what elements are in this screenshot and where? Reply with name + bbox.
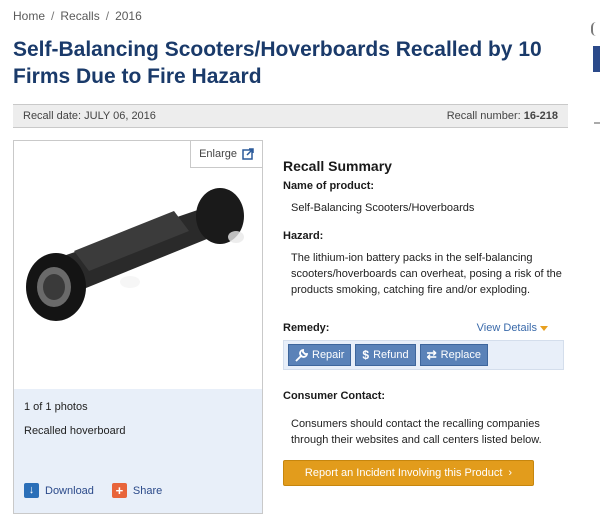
product-photo[interactable]: Enlarge xyxy=(13,140,263,390)
globe-icon[interactable] xyxy=(591,22,600,36)
recall-summary: Recall Summary Name of product: Self-Bal… xyxy=(283,158,566,298)
hoverboard-image xyxy=(26,188,244,321)
contact-label: Consumer Contact: xyxy=(283,390,386,402)
hazard-value: The lithium-ion battery packs in the sel… xyxy=(291,252,562,296)
product-name-label: Name of product: xyxy=(283,180,375,192)
recall-number: Recall number: 16-218 xyxy=(447,110,558,122)
breadcrumb-year[interactable]: 2016 xyxy=(115,9,142,23)
view-details-label: View Details xyxy=(476,322,537,334)
photo-actions: ↓ Download + Share xyxy=(24,483,162,498)
contact-value: Consumers should contact the recalling c… xyxy=(291,418,542,446)
download-icon: ↓ xyxy=(24,483,39,498)
remedy-header: Remedy: View Details xyxy=(283,322,566,334)
recall-number-value: 16-218 xyxy=(523,110,558,122)
refund-label: Refund xyxy=(373,349,409,361)
refund-button[interactable]: $ Refund xyxy=(355,344,416,366)
hazard-label: Hazard: xyxy=(283,230,324,242)
view-details-link[interactable]: View Details xyxy=(477,322,548,334)
page-title: Self-Balancing Scooters/Hoverboards Reca… xyxy=(13,38,542,88)
replace-button[interactable]: ⇄ Replace xyxy=(419,344,488,366)
breadcrumb-separator: / xyxy=(105,9,110,23)
photo-caption: Recalled hoverboard xyxy=(24,425,126,437)
report-incident-button[interactable]: Report an Incident Involving this Produc… xyxy=(283,460,534,486)
remedy-options: Repair $ Refund ⇄ Replace xyxy=(283,340,564,370)
photo-info-panel: 1 of 1 photos Recalled hoverboard ↓ Down… xyxy=(13,389,263,514)
breadcrumb-recalls[interactable]: Recalls xyxy=(60,9,99,23)
recall-date-value: JULY 06, 2016 xyxy=(84,110,156,122)
caret-down-icon xyxy=(540,325,548,331)
share-button[interactable]: + Share xyxy=(111,483,163,498)
plus-icon: + xyxy=(111,483,127,498)
divider xyxy=(594,122,600,124)
photo-count: 1 of 1 photos xyxy=(24,401,88,413)
product-name-value: Self-Balancing Scooters/Hoverboards xyxy=(291,202,475,214)
chevron-right-icon: › xyxy=(508,467,513,479)
share-label: Share xyxy=(132,484,163,497)
consumer-contact: Consumer Contact: Consumers should conta… xyxy=(283,390,566,448)
breadcrumb-home[interactable]: Home xyxy=(13,9,45,23)
wrench-icon xyxy=(295,348,308,362)
swap-icon: ⇄ xyxy=(426,348,437,362)
recall-date: Recall date: JULY 06, 2016 xyxy=(23,110,156,122)
remedy-label: Remedy: xyxy=(283,322,330,334)
repair-button[interactable]: Repair xyxy=(288,344,352,366)
recall-info-bar: Recall date: JULY 06, 2016 Recall number… xyxy=(13,104,568,128)
dollar-icon: $ xyxy=(362,348,370,362)
report-incident-label: Report an Incident Involving this Produc… xyxy=(304,467,503,479)
download-button[interactable]: ↓ Download xyxy=(24,483,94,498)
recall-number-label: Recall number: xyxy=(446,110,521,122)
repair-label: Repair xyxy=(312,349,345,361)
download-label: Download xyxy=(45,484,94,497)
replace-label: Replace xyxy=(440,349,481,361)
breadcrumb: Home / Recalls / 2016 xyxy=(13,9,142,23)
side-tab[interactable] xyxy=(593,46,600,72)
recall-date-label: Recall date: xyxy=(23,110,82,122)
breadcrumb-separator: / xyxy=(51,9,55,23)
summary-heading: Recall Summary xyxy=(283,158,392,174)
